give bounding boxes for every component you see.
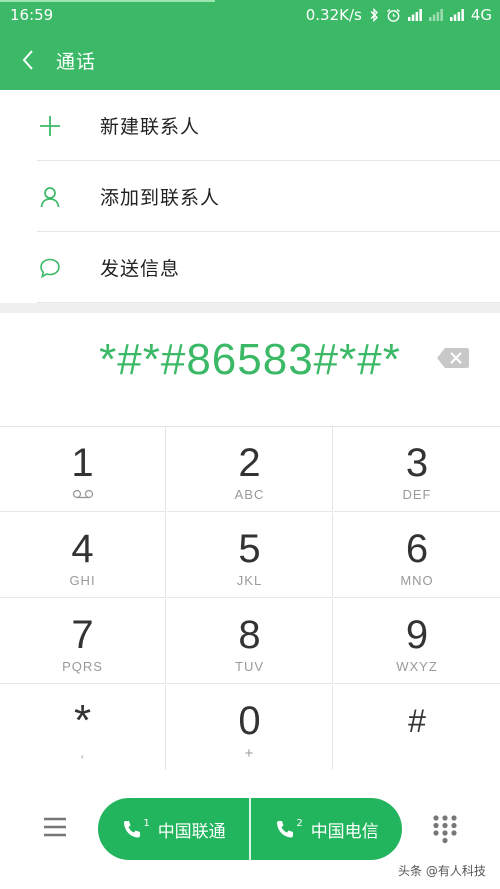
key-digit: 9 xyxy=(405,613,429,657)
key-0[interactable]: 0 + xyxy=(167,685,333,770)
status-icons: 0.32K/s 4G xyxy=(306,6,492,24)
phone-sim1-icon xyxy=(124,821,141,838)
chevron-left-icon xyxy=(22,50,33,70)
backspace-icon xyxy=(437,348,469,368)
key-letters: DEF xyxy=(402,487,432,502)
key-letters xyxy=(0,487,165,503)
sim2-label: 中国电信 xyxy=(310,821,379,842)
call-buttons: 1 中国联通 2 中国电信 xyxy=(98,798,402,860)
app-header: 通话 xyxy=(0,30,500,90)
key-letters: , xyxy=(80,745,85,760)
status-bar: 16:59 0.32K/s 4G xyxy=(0,0,500,30)
dialpad-icon xyxy=(433,815,457,844)
menu-item-label: 发送信息 xyxy=(100,258,181,280)
sim1-label: 中国联通 xyxy=(157,821,226,842)
key-hash[interactable]: # xyxy=(334,685,500,770)
key-digit: 6 xyxy=(405,527,429,571)
key-2[interactable]: 2 ABC xyxy=(167,427,333,512)
dial-display: *#*#86583#*#* xyxy=(0,313,500,427)
key-4[interactable]: 4 GHI xyxy=(0,513,166,598)
key-letters: GHI xyxy=(69,573,96,588)
back-button[interactable] xyxy=(0,30,56,90)
alarm-icon xyxy=(386,8,400,22)
key-digit: * xyxy=(73,696,92,745)
backspace-button[interactable] xyxy=(436,346,470,370)
new-contact-item[interactable]: 新建联系人 xyxy=(0,90,500,161)
signal-empty-icon xyxy=(428,9,443,21)
key-letters xyxy=(334,745,500,761)
key-digit: 3 xyxy=(405,441,429,485)
phone-sim2-icon xyxy=(277,821,294,838)
menu-item-label: 添加到联系人 xyxy=(100,187,221,209)
key-letters: ABC xyxy=(234,487,265,502)
key-digit: 1 xyxy=(71,441,94,485)
section-gap xyxy=(0,303,500,313)
signal-icon xyxy=(449,9,464,21)
key-letters: PQRS xyxy=(62,659,103,674)
watermark: 头条 @有人科技 xyxy=(398,864,486,878)
person-icon xyxy=(40,186,60,207)
call-divider xyxy=(249,798,251,860)
dialpad-toggle-button[interactable] xyxy=(432,814,458,844)
loading-progress-bar xyxy=(0,0,215,2)
key-star[interactable]: * , xyxy=(0,685,166,770)
add-to-contact-item[interactable]: 添加到联系人 xyxy=(0,161,500,232)
key-letters: WXYZ xyxy=(396,659,438,674)
signal-icon xyxy=(407,9,422,21)
key-6[interactable]: 6 MNO xyxy=(334,513,500,598)
bluetooth-icon xyxy=(370,8,378,22)
key-letters: + xyxy=(244,745,255,762)
key-8[interactable]: 8 TUV xyxy=(167,599,333,684)
page-title: 通话 xyxy=(56,50,97,73)
sim2-index: 2 xyxy=(296,817,303,829)
key-digit: 2 xyxy=(238,441,261,485)
key-digit: 7 xyxy=(71,613,94,657)
hamburger-icon xyxy=(44,817,66,837)
voicemail-icon xyxy=(72,489,93,499)
action-menu: 新建联系人 添加到联系人 发送信息 xyxy=(0,90,500,303)
call-sim2-button[interactable]: 2 中国电信 xyxy=(251,798,402,860)
send-message-item[interactable]: 发送信息 xyxy=(0,232,500,303)
status-time: 16:59 xyxy=(10,6,54,24)
menu-button[interactable] xyxy=(38,812,72,842)
call-sim1-button[interactable]: 1 中国联通 xyxy=(98,798,249,860)
key-9[interactable]: 9 WXYZ xyxy=(334,599,500,684)
key-digit: # xyxy=(408,703,426,739)
key-letters: TUV xyxy=(235,659,264,674)
key-7[interactable]: 7 PQRS xyxy=(0,599,166,684)
key-digit: 8 xyxy=(238,613,261,657)
plus-icon xyxy=(40,115,60,136)
key-digit: 0 xyxy=(238,699,261,743)
key-1[interactable]: 1 xyxy=(0,427,166,512)
dial-keypad: 1 2 ABC 3 DEF 4 GHI 5 JKL 6 MNO 7 PQRS 8… xyxy=(0,427,500,770)
key-digit: 5 xyxy=(238,527,261,571)
key-letters: JKL xyxy=(236,573,263,588)
key-3[interactable]: 3 DEF xyxy=(334,427,500,512)
dialed-number: *#*#86583#*#* xyxy=(99,335,401,384)
sim1-index: 1 xyxy=(143,817,150,829)
network-type: 4G xyxy=(470,6,492,24)
key-5[interactable]: 5 JKL xyxy=(167,513,333,598)
net-speed: 0.32K/s xyxy=(305,6,362,24)
menu-item-label: 新建联系人 xyxy=(100,116,201,138)
message-icon xyxy=(40,258,60,278)
key-letters: MNO xyxy=(400,573,434,588)
key-digit: 4 xyxy=(71,527,94,571)
